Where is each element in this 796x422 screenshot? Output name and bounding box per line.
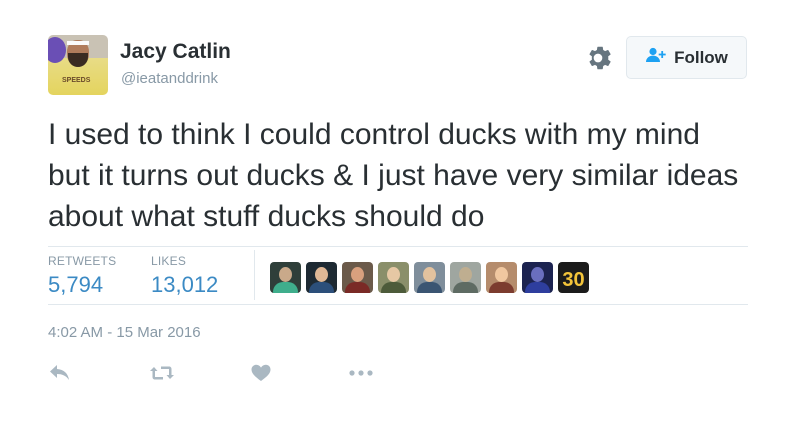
stats-divider — [254, 250, 255, 300]
liker-avatar[interactable] — [414, 262, 445, 293]
balloon-shape — [48, 37, 66, 63]
likes-label: LIKES — [151, 254, 187, 268]
liker-avatar[interactable] — [486, 262, 517, 293]
gear-icon[interactable] — [585, 45, 611, 71]
avatar[interactable]: SPEEDS — [48, 35, 108, 95]
follow-button[interactable]: Follow — [626, 36, 747, 79]
tweet-text: I used to think I could control ducks wi… — [48, 118, 739, 233]
liker-avatar[interactable] — [306, 262, 337, 293]
likes-count[interactable]: 13,012 — [151, 272, 218, 298]
jersey-number: 30 — [562, 269, 585, 291]
more-icon[interactable] — [349, 370, 375, 376]
user-name[interactable]: Jacy Catlin — [120, 40, 231, 64]
avatar-shirt-logo: SPEEDS — [62, 77, 91, 84]
follow-label: Follow — [674, 47, 728, 67]
avatar-beard — [68, 53, 88, 67]
liker-avatar-jersey[interactable]: 30 — [558, 262, 589, 293]
headband — [67, 41, 89, 45]
tweet-timestamp[interactable]: 4:02 AM - 15 Mar 2016 — [48, 324, 201, 341]
retweet-icon[interactable] — [149, 364, 175, 382]
liker-avatar[interactable] — [522, 262, 553, 293]
liker-avatar[interactable] — [378, 262, 409, 293]
add-user-icon — [645, 47, 667, 68]
liker-avatars: 30 — [270, 262, 589, 293]
liker-avatar[interactable] — [270, 262, 301, 293]
liker-avatar[interactable] — [450, 262, 481, 293]
user-handle[interactable]: @ieatanddrink — [121, 70, 218, 87]
like-icon[interactable] — [251, 364, 271, 382]
liker-avatar[interactable] — [342, 262, 373, 293]
reply-icon[interactable] — [49, 364, 71, 382]
divider-bottom — [48, 304, 748, 305]
retweets-label: RETWEETS — [48, 254, 117, 268]
retweets-count[interactable]: 5,794 — [48, 272, 103, 298]
divider-top — [48, 246, 748, 247]
